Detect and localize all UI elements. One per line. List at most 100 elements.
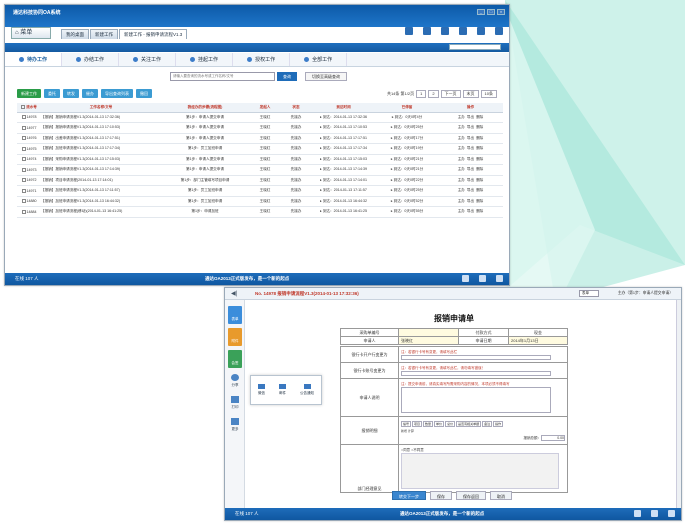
op-export[interactable]: 导出 bbox=[467, 125, 474, 129]
global-search-input[interactable] bbox=[449, 44, 501, 50]
volume-icon[interactable] bbox=[462, 275, 469, 282]
row-step-link[interactable]: 第1步：申请人提交申请 bbox=[186, 136, 224, 140]
query-button[interactable]: 查询 bbox=[277, 72, 297, 81]
desc-field[interactable]: 注：提交申请前，请真实填写所需采购内容的情况，本项必须不得填写 bbox=[398, 378, 568, 417]
side-print[interactable]: 打印 bbox=[228, 394, 242, 412]
table-row[interactable]: 14972 【报销】项目申请流程(2014-01-13 17:14:01) 第1步：… bbox=[17, 175, 503, 186]
op-handle[interactable]: 主办 bbox=[458, 136, 465, 140]
table-row[interactable]: 14973 【报销】报销申请流程V1.3(2014-01-13 17:14:39)… bbox=[17, 164, 503, 176]
row-name-link[interactable]: 【报销】出差申请流程V1.3(2014-01-13 17:17:51) bbox=[41, 136, 120, 140]
bank-field[interactable]: 注：若银行卡号有变更，请填写此栏 bbox=[398, 346, 568, 363]
side-attachment[interactable]: 附件 bbox=[228, 328, 242, 346]
row-owner[interactable]: 王晓红 bbox=[260, 178, 271, 182]
total-field[interactable]: 0.00 bbox=[541, 434, 565, 441]
op-handle[interactable]: 主办 bbox=[458, 178, 465, 182]
next-page-button[interactable]: 下一页 bbox=[440, 90, 461, 98]
save-return-button[interactable]: 保存返回 bbox=[456, 491, 486, 500]
search-input[interactable]: 请输入要查询的流水号或工作名称/文号 bbox=[170, 72, 275, 81]
row-name-link[interactable]: 【报销】加班申请流程V1.3(2014-01-13 16:44:32) bbox=[41, 199, 120, 203]
row-checkbox[interactable] bbox=[21, 178, 26, 183]
export-button[interactable]: 导出查询列表 bbox=[101, 89, 133, 98]
back-icon[interactable]: ◀| bbox=[231, 290, 237, 297]
op-handle[interactable]: 主办 bbox=[458, 157, 465, 161]
users-icon[interactable] bbox=[496, 275, 503, 282]
row-checkbox[interactable] bbox=[21, 209, 26, 214]
page-size-select[interactable]: 10条 bbox=[480, 90, 497, 98]
minimize-icon[interactable]: _ bbox=[477, 9, 485, 15]
new-work-button[interactable]: 新建工作 bbox=[17, 89, 41, 98]
desc-textarea[interactable] bbox=[401, 387, 551, 413]
row-step-link[interactable]: 第1步：员工加班申请 bbox=[188, 188, 222, 192]
row-step-link[interactable]: 第1步：申请人提交申请 bbox=[186, 157, 224, 161]
op-delete[interactable]: 删除 bbox=[476, 167, 483, 171]
menu-button[interactable]: ⌂ 菜单 bbox=[11, 27, 51, 39]
bank-input[interactable] bbox=[401, 354, 551, 360]
urge-button[interactable]: 催办 bbox=[82, 89, 98, 98]
row-owner[interactable]: 王晓红 bbox=[260, 209, 271, 213]
row-step-link[interactable]: 第1步：申请人提交申请 bbox=[186, 115, 224, 119]
share-wechat[interactable]: 微信 bbox=[258, 384, 265, 396]
save-button[interactable]: 保存 bbox=[430, 491, 452, 500]
row-name-link[interactable]: 【报销】报销申请流程V1.3(2014-01-13 17:14:39) bbox=[41, 167, 120, 171]
side-form[interactable]: 表单 bbox=[228, 306, 242, 324]
row-name-link[interactable]: 【报销】报销申请流程V1.3(2014-01-13 17:10:53) bbox=[41, 125, 120, 129]
select-all-checkbox[interactable] bbox=[21, 104, 26, 109]
row-checkbox[interactable] bbox=[21, 188, 26, 193]
op-export[interactable]: 导出 bbox=[467, 157, 474, 161]
nav-todo[interactable]: 待办工作 bbox=[5, 53, 63, 66]
cancel-button[interactable]: 取消 bbox=[490, 491, 512, 500]
info-icon[interactable] bbox=[459, 27, 467, 35]
row-name-link[interactable]: 【报销】报销申请流程V1.3(2014-01-13 17:32:36) bbox=[41, 115, 120, 119]
side-share[interactable]: 分享 bbox=[228, 372, 242, 390]
table-row[interactable]: 14880 【报销】加班申请流程V1.3(2014-01-13 16:44:32)… bbox=[17, 196, 503, 207]
grid-icon[interactable] bbox=[405, 27, 413, 35]
op-delete[interactable]: 删除 bbox=[476, 136, 483, 140]
mail-icon[interactable] bbox=[479, 275, 486, 282]
row-name-link[interactable]: 【报销】加班申请流程V1.3(2014-01-13 17:11:57) bbox=[41, 188, 120, 192]
row-checkbox[interactable] bbox=[21, 146, 26, 151]
volume-icon[interactable] bbox=[634, 510, 641, 517]
op-delete[interactable]: 删除 bbox=[476, 157, 483, 161]
op-delete[interactable]: 删除 bbox=[476, 199, 483, 203]
share-notice[interactable]: 公告通知 bbox=[300, 384, 314, 396]
op-export[interactable]: 导出 bbox=[467, 115, 474, 119]
op-export[interactable]: 导出 bbox=[467, 199, 474, 203]
page-current[interactable]: 1 bbox=[416, 90, 427, 98]
table-row[interactable]: 14977 【报销】报销申请流程V1.3(2014-01-13 17:10:53)… bbox=[17, 122, 503, 134]
row-owner[interactable]: 王晓红 bbox=[260, 188, 271, 192]
row-step-link[interactable]: 第1步：申请加班 bbox=[191, 209, 218, 213]
users-icon[interactable] bbox=[668, 510, 675, 517]
row-checkbox[interactable] bbox=[21, 199, 26, 204]
applicant-field[interactable]: 张晓红 bbox=[398, 336, 459, 345]
row-step-link[interactable]: 第1步：员工加班申请 bbox=[188, 146, 222, 150]
card-field[interactable]: 注：若银行卡号有变更，请填写此栏，请勿填写错误！ bbox=[398, 362, 568, 379]
advanced-query-button[interactable]: 切换至高级查询 bbox=[305, 72, 347, 81]
table-row[interactable]: 14971 【报销】加班申请流程V1.3(2014-01-13 17:11:57)… bbox=[17, 185, 503, 197]
tab-new-work[interactable]: 新建工作 bbox=[90, 29, 118, 39]
help-icon[interactable] bbox=[477, 27, 485, 35]
gear-icon[interactable] bbox=[441, 27, 449, 35]
row-name-link[interactable]: 【报销】加班申请流程(移动)(2014-01-13 16:41:25) bbox=[41, 209, 122, 213]
view-select[interactable]: 表单 bbox=[579, 290, 599, 297]
tab-expense-flow[interactable]: 新建工作 - 报销申请流程V1.3 bbox=[119, 29, 188, 39]
cloud-icon[interactable] bbox=[423, 27, 431, 35]
op-delete[interactable]: 删除 bbox=[476, 125, 483, 129]
submit-next-button[interactable]: 转交下一步 bbox=[392, 491, 426, 500]
row-owner[interactable]: 王晓红 bbox=[260, 125, 271, 129]
row-step-link[interactable]: 第1步：员工加班申请 bbox=[188, 199, 222, 203]
table-row[interactable]: 14884 【报销】加班申请流程(移动)(2014-01-13 16:41:25)… bbox=[17, 206, 503, 218]
dept-opinion-textarea[interactable] bbox=[401, 453, 559, 489]
table-row[interactable]: 14976 【报销】出差申请流程V1.3(2014-01-13 17:17:51)… bbox=[17, 133, 503, 144]
op-delete[interactable]: 删除 bbox=[476, 146, 483, 150]
op-handle[interactable]: 主办 bbox=[458, 115, 465, 119]
op-handle[interactable]: 主办 bbox=[458, 146, 465, 150]
row-owner[interactable]: 王晓红 bbox=[260, 199, 271, 203]
row-step-link[interactable]: 第1步：申请人提交申请 bbox=[186, 167, 224, 171]
row-checkbox[interactable] bbox=[21, 157, 26, 162]
last-page-button[interactable]: 末页 bbox=[462, 90, 479, 98]
delegate-button[interactable]: 委托 bbox=[44, 89, 60, 98]
tab-desktop[interactable]: 我的桌面 bbox=[61, 29, 89, 39]
op-export[interactable]: 导出 bbox=[467, 188, 474, 192]
op-handle[interactable]: 主办 bbox=[458, 199, 465, 203]
revoke-button[interactable]: 撤回 bbox=[136, 89, 152, 98]
